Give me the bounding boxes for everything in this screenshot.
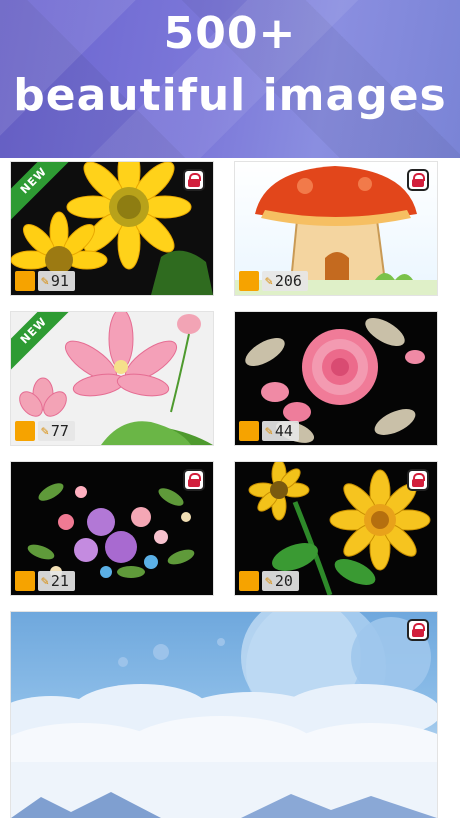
pencil-icon: ✎ (41, 573, 49, 589)
lock-icon (407, 619, 429, 641)
count-value: 77 (50, 422, 69, 440)
card-footer: ✎ 20 (239, 571, 299, 591)
color-swatch (239, 271, 259, 291)
promo-banner: 500+ beautiful images (0, 0, 460, 158)
card-footer: ✎ 206 (239, 271, 308, 291)
color-swatch (15, 571, 35, 591)
count-value: 206 (274, 272, 302, 290)
progress-count: ✎ 20 (262, 571, 299, 591)
color-swatch (239, 421, 259, 441)
pencil-icon: ✎ (265, 273, 273, 289)
lock-icon (407, 169, 429, 191)
count-value: 21 (50, 572, 69, 590)
card-footer: ✎ 77 (15, 421, 75, 441)
lock-icon (407, 469, 429, 491)
image-card-lotus[interactable]: NEW ✎ 77 (11, 312, 213, 445)
progress-count: ✎ 44 (262, 421, 299, 441)
count-value: 91 (50, 272, 69, 290)
lock-icon (183, 469, 205, 491)
count-value: 20 (274, 572, 293, 590)
progress-count: ✎ 21 (38, 571, 75, 591)
progress-count: ✎ 206 (262, 271, 308, 291)
image-card-bouquet[interactable]: ✎ 21 (11, 462, 213, 595)
banner-headline-count: 500+ (163, 8, 297, 59)
pencil-icon: ✎ (265, 423, 273, 439)
image-card-sunflower[interactable]: NEW ✎ 91 (11, 162, 213, 295)
card-footer: ✎ 44 (239, 421, 299, 441)
color-swatch (15, 421, 35, 441)
card-footer: ✎ 91 (15, 271, 75, 291)
progress-count: ✎ 91 (38, 271, 75, 291)
color-swatch (239, 571, 259, 591)
count-value: 44 (274, 422, 293, 440)
pencil-icon: ✎ (265, 573, 273, 589)
banner-headline-text: beautiful images (13, 70, 447, 121)
progress-count: ✎ 77 (38, 421, 75, 441)
image-card-sunflowers[interactable]: ✎ 20 (235, 462, 437, 595)
sky-artwork (11, 612, 437, 818)
image-card-sky-moons[interactable] (11, 612, 437, 818)
image-card-rose[interactable]: ✎ 44 (235, 312, 437, 445)
pencil-icon: ✎ (41, 273, 49, 289)
color-swatch (15, 271, 35, 291)
card-footer: ✎ 21 (15, 571, 75, 591)
image-card-mushroom-house[interactable]: ✎ 206 (235, 162, 437, 295)
pencil-icon: ✎ (41, 423, 49, 439)
lock-icon (183, 169, 205, 191)
